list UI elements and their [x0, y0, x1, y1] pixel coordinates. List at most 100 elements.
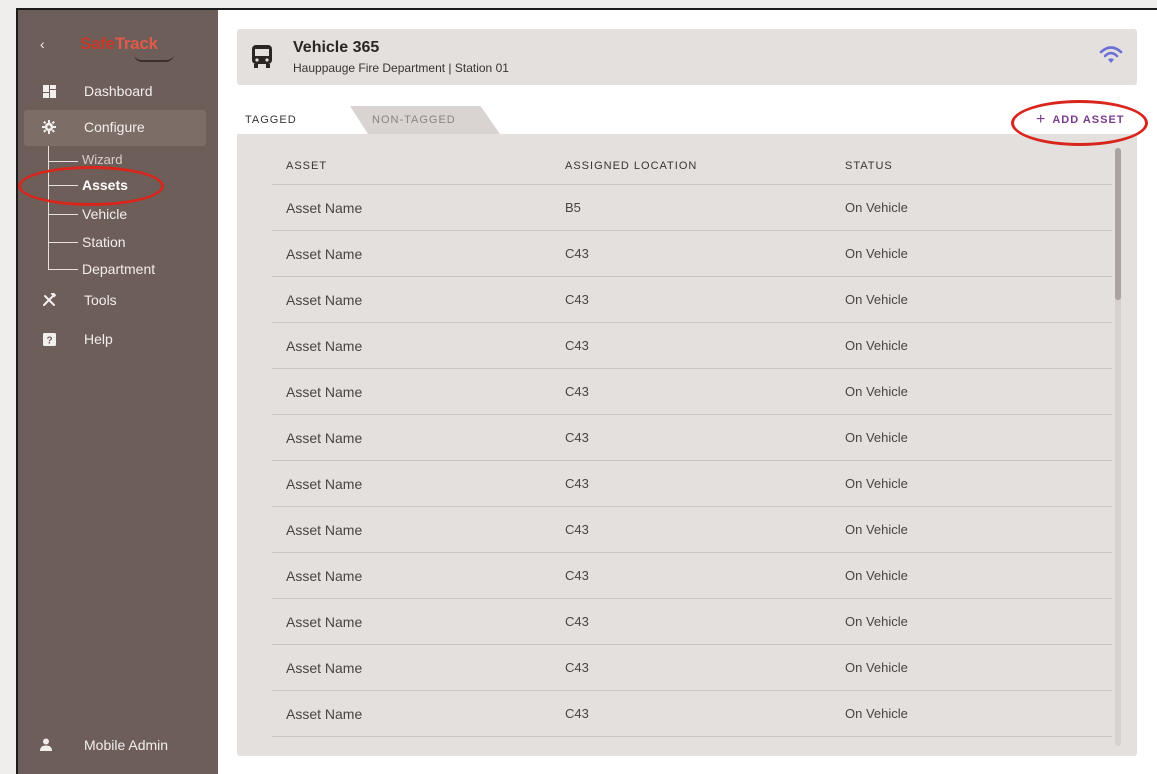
sub-label-station: Station [82, 234, 126, 250]
table-body: Asset Name B5 On Vehicle Asset Name C43 On Ve… [272, 185, 1112, 737]
location-cell: C43 [565, 246, 589, 261]
scroll-thumb[interactable] [1115, 148, 1121, 300]
nav-item-configure[interactable]: Configure [24, 110, 206, 146]
assets-table: ASSET ASSIGNED LOCATION STATUS Asset Nam… [272, 134, 1112, 737]
location-cell: C43 [565, 522, 589, 537]
location-cell: C43 [565, 706, 589, 721]
tools-icon [42, 293, 56, 307]
asset-name-cell: Asset Name [286, 476, 363, 492]
tab-tagged[interactable]: TAGGED [237, 106, 350, 134]
sidebar: ‹ SafeTrack Dashboard Configure Wizard A… [18, 10, 218, 774]
gear-icon [42, 120, 56, 134]
user-profile[interactable]: Mobile Admin [18, 728, 218, 764]
table-row[interactable]: Asset Name C43 On Vehicle [272, 461, 1112, 507]
nav-label-dashboard: Dashboard [84, 83, 153, 99]
column-header-status[interactable]: STATUS [845, 160, 893, 172]
sub-item-department[interactable]: Department [48, 258, 198, 280]
asset-name-cell: Asset Name [286, 200, 363, 216]
tree-branch [48, 214, 78, 215]
table-row[interactable]: Asset Name B5 On Vehicle [272, 185, 1112, 231]
svg-text:?: ? [46, 335, 52, 346]
table-header: ASSET ASSIGNED LOCATION STATUS [272, 134, 1112, 185]
status-cell: On Vehicle [845, 246, 908, 261]
status-cell: On Vehicle [845, 522, 908, 537]
sub-item-vehicle[interactable]: Vehicle [48, 203, 198, 225]
location-cell: C43 [565, 338, 589, 353]
nav-item-tools[interactable]: Tools [18, 283, 218, 319]
assets-panel: ASSET ASSIGNED LOCATION STATUS Asset Nam… [237, 134, 1137, 756]
tree-branch [48, 242, 78, 243]
asset-name-cell: Asset Name [286, 246, 363, 262]
table-row[interactable]: Asset Name C43 On Vehicle [272, 415, 1112, 461]
table-row[interactable]: Asset Name C43 On Vehicle [272, 231, 1112, 277]
user-icon [40, 738, 52, 756]
location-cell: C43 [565, 384, 589, 399]
asset-name-cell: Asset Name [286, 338, 363, 354]
scrollbar[interactable] [1115, 148, 1121, 746]
tab-non-tagged[interactable]: NON-TAGGED [350, 106, 500, 134]
location-cell: C43 [565, 476, 589, 491]
table-row[interactable]: Asset Name C43 On Vehicle [272, 507, 1112, 553]
nav-item-help[interactable]: ? Help [18, 322, 218, 358]
asset-name-cell: Asset Name [286, 706, 363, 722]
vehicle-header: Vehicle 365 Hauppauge Fire Department | … [237, 29, 1137, 85]
nav-label-help: Help [84, 331, 113, 347]
asset-name-cell: Asset Name [286, 430, 363, 446]
tree-branch [48, 269, 78, 270]
table-row[interactable]: Asset Name C43 On Vehicle [272, 277, 1112, 323]
logo-swoosh [134, 54, 174, 62]
nav-label-tools: Tools [84, 292, 117, 308]
sidebar-header: ‹ SafeTrack [18, 10, 218, 74]
sub-item-station[interactable]: Station [48, 231, 198, 253]
vehicle-title: Vehicle 365 [293, 39, 380, 56]
table-row[interactable]: Asset Name C43 On Vehicle [272, 553, 1112, 599]
location-cell: B5 [565, 200, 581, 215]
tree-branch [48, 161, 78, 162]
location-cell: C43 [565, 568, 589, 583]
asset-name-cell: Asset Name [286, 522, 363, 538]
nav-item-dashboard[interactable]: Dashboard [18, 74, 218, 110]
table-row[interactable]: Asset Name C43 On Vehicle [272, 645, 1112, 691]
bus-icon [251, 45, 273, 69]
status-cell: On Vehicle [845, 568, 908, 583]
status-cell: On Vehicle [845, 614, 908, 629]
tab-label-non-tagged: NON-TAGGED [372, 114, 456, 126]
collapse-chevron-icon[interactable]: ‹ [40, 36, 45, 52]
status-cell: On Vehicle [845, 706, 908, 721]
help-icon: ? [42, 332, 56, 346]
user-name: Mobile Admin [84, 737, 169, 753]
column-header-location[interactable]: ASSIGNED LOCATION [565, 160, 697, 172]
status-cell: On Vehicle [845, 384, 908, 399]
sub-label-vehicle: Vehicle [82, 206, 128, 222]
location-cell: C43 [565, 614, 589, 629]
wifi-icon [1099, 45, 1123, 65]
location-cell: C43 [565, 292, 589, 307]
sub-label-department: Department [82, 261, 156, 277]
asset-name-cell: Asset Name [286, 384, 363, 400]
table-row[interactable]: Asset Name C43 On Vehicle [272, 323, 1112, 369]
asset-name-cell: Asset Name [286, 614, 363, 630]
asset-name-cell: Asset Name [286, 292, 363, 308]
asset-name-cell: Asset Name [286, 568, 363, 584]
status-cell: On Vehicle [845, 200, 908, 215]
tab-label-tagged: TAGGED [245, 114, 297, 126]
location-cell: C43 [565, 430, 589, 445]
status-cell: On Vehicle [845, 660, 908, 675]
table-row[interactable]: Asset Name C43 On Vehicle [272, 691, 1112, 737]
sub-label-wizard: Wizard [82, 152, 123, 167]
table-row[interactable]: Asset Name C43 On Vehicle [272, 369, 1112, 415]
table-row[interactable]: Asset Name C43 On Vehicle [272, 599, 1112, 645]
nav-label-configure: Configure [84, 119, 145, 135]
status-cell: On Vehicle [845, 476, 908, 491]
vehicle-subtitle: Hauppauge Fire Department | Station 01 [293, 61, 509, 75]
asset-name-cell: Asset Name [286, 660, 363, 676]
dashboard-icon [42, 84, 56, 98]
logo-text-track: Track [114, 34, 158, 53]
status-cell: On Vehicle [845, 338, 908, 353]
app-logo: SafeTrack [80, 34, 158, 54]
annotation-oval-assets [18, 166, 164, 206]
column-header-asset[interactable]: ASSET [286, 160, 327, 172]
annotation-oval-add-asset [1011, 100, 1148, 146]
status-cell: On Vehicle [845, 292, 908, 307]
location-cell: C43 [565, 660, 589, 675]
